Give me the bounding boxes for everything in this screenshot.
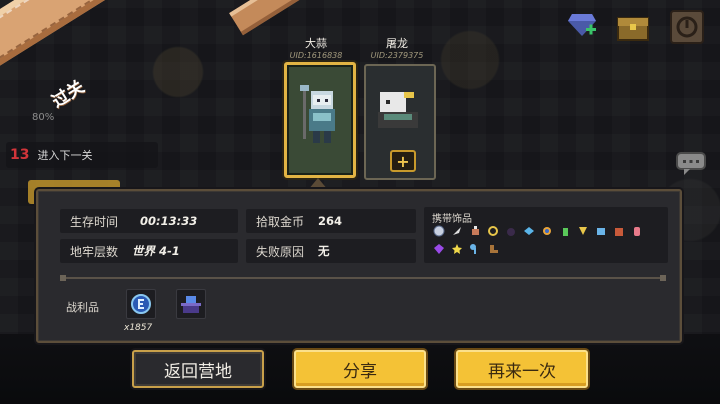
dungeon-floor-row: 地牢层数 世界 4-1	[60, 239, 238, 263]
pink-tooth-icon[interactable]	[630, 224, 644, 238]
share-button[interactable]: 分享	[294, 350, 426, 388]
loot-label: 战利品	[66, 301, 99, 314]
survival-time-row: 生存时间 00:13:33	[60, 209, 238, 233]
accessories-box: 携带饰品	[424, 207, 668, 263]
blue-bird-icon[interactable]	[522, 224, 536, 238]
purple-gem-icon[interactable]	[432, 242, 446, 256]
gem-shop-icon[interactable]	[566, 10, 598, 42]
character-card-selected[interactable]	[284, 62, 356, 178]
blue-key-icon[interactable]	[468, 242, 482, 256]
level-number: 13	[10, 147, 30, 163]
treasure-chest-icon[interactable]	[616, 12, 650, 42]
pause-button-icon[interactable]	[670, 10, 704, 44]
panel-divider	[60, 275, 666, 281]
blue-medal-icon[interactable]	[540, 224, 554, 238]
accessories-row-2	[432, 242, 500, 256]
results-panel: 生存时间 00:13:33 拾取金币 264 地牢层数 世界 4-1 失败原因 …	[36, 189, 682, 343]
character-uid: UID:2379375	[370, 51, 424, 60]
purple-pedestal-icon[interactable]	[176, 289, 206, 319]
gold-row: 拾取金币 264	[246, 209, 416, 233]
dragon-slayer-sprite-icon	[374, 88, 428, 136]
banner-title: 过关	[48, 77, 89, 113]
next-level-prompt[interactable]: 13 进入下一关	[6, 142, 158, 168]
accessories-title: 携带饰品	[432, 214, 472, 225]
red-pot-icon[interactable]	[612, 224, 626, 238]
fail-reason-label: 失败原因	[256, 244, 305, 259]
feather-icon[interactable]	[450, 224, 464, 238]
survival-time-label: 生存时间	[70, 214, 119, 229]
character-name: 大蒜	[305, 37, 327, 50]
round-shield-icon[interactable]	[432, 224, 446, 238]
dungeon-floor-value: 世界 4-1	[132, 244, 180, 258]
level-clear-banner: 过关	[0, 0, 300, 140]
ring-icon[interactable]	[486, 224, 500, 238]
play-again-button[interactable]: 再来一次	[456, 350, 588, 388]
dungeon-floor-label: 地牢层数	[70, 244, 119, 259]
fail-reason-row: 失败原因 无	[246, 239, 416, 263]
fail-reason-value: 无	[318, 244, 330, 258]
blue-coin-icon[interactable]	[126, 289, 156, 319]
green-bottle-icon[interactable]	[558, 224, 572, 238]
gold-wing-icon[interactable]	[576, 224, 590, 238]
accessories-row-1	[432, 224, 644, 238]
potion-icon[interactable]	[468, 224, 482, 238]
dark-orb-icon[interactable]	[504, 224, 518, 238]
character-name: 屠龙	[386, 37, 408, 50]
brown-boot-icon[interactable]	[486, 242, 500, 256]
loot-count: x1857	[124, 323, 153, 333]
star-icon[interactable]	[450, 242, 464, 256]
blue-helmet-icon[interactable]	[594, 224, 608, 238]
gold-label: 拾取金币	[256, 214, 305, 229]
banner-ribbon-tail	[229, 0, 300, 36]
add-character-button[interactable]: +	[390, 150, 416, 172]
level-text: 进入下一关	[37, 149, 93, 162]
return-camp-button[interactable]: 返回营地	[132, 350, 264, 388]
survival-time-value: 00:13:33	[140, 214, 198, 228]
chat-bubble-icon[interactable]	[676, 152, 706, 180]
knight-sprite-icon	[299, 85, 343, 155]
gold-value: 264	[318, 214, 343, 228]
character-uid: UID:1616838	[289, 51, 343, 60]
